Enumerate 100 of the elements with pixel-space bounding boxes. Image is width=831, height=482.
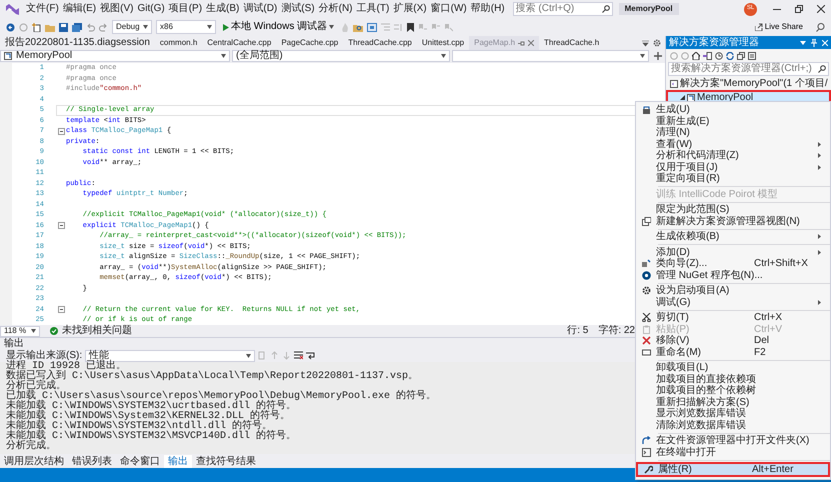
dropdown-icon[interactable] [800,40,806,44]
properties-icon[interactable] [748,52,756,60]
menu-item[interactable]: 新建解决方案资源管理器视图(N) [636,216,830,227]
collapse-icon[interactable] [58,306,64,314]
menu-item[interactable]: 在文件资源管理器中打开文件夹(X) [636,435,830,446]
menu-item[interactable]: 调试(G) [636,296,830,308]
menu-item[interactable]: 生成(U) [636,104,830,116]
panel-tab[interactable]: 命令窗口 [116,454,164,468]
refresh-icon[interactable] [726,52,734,60]
restore-icon[interactable] [795,5,803,13]
run-button[interactable]: 本地 Windows 调试器 [220,21,338,33]
menu-item[interactable]: 帮助(H) [468,3,507,15]
menu-item[interactable]: 重新生成(E) [636,116,830,127]
menu-item[interactable]: 编辑(E) [60,3,98,15]
menu-item[interactable]: 生成依赖项(B) [636,231,830,242]
collapse-icon[interactable] [58,222,64,230]
save-icon[interactable] [59,22,68,32]
project-dropdown[interactable]: MemoryPool [0,50,230,62]
close-icon[interactable] [817,5,825,13]
menu-item[interactable]: 重新扫描解决方案(S) [636,396,830,408]
panel-tab[interactable]: 输出 [164,454,192,468]
build-icon [642,105,650,114]
menu-item[interactable]: 清除浏览数据库错误 [636,420,830,431]
file-tab[interactable]: ThreadCache.cpp [343,36,417,50]
menu-item[interactable]: 加载项目的直接依赖项 [636,374,830,385]
menu-item[interactable]: 类向导(Z)... Ctrl+Shift+X [636,258,830,270]
arrow-icon [642,436,650,446]
project-name: MemoryPool [16,50,72,62]
menu-item[interactable]: 剪切(T) Ctrl+X [636,312,830,324]
clear-all-icon[interactable] [294,351,304,360]
file-tab[interactable]: 报告20220801-1135.diagsession [0,36,155,50]
dropdown-icon[interactable] [642,40,649,46]
menu-item[interactable]: 分析(N) [316,3,354,15]
menu-item[interactable]: 重定向项目(R) [636,173,830,184]
submenu-arrow-icon [818,250,821,255]
bookmark-icon[interactable] [407,22,414,32]
history-icon[interactable] [715,52,723,60]
output-line: 分析完成。 [6,442,56,452]
switch-view-icon[interactable] [703,52,712,60]
live-share-button[interactable]: Live Share [752,22,806,32]
word-wrap-icon[interactable] [306,351,316,360]
menu-item[interactable]: 文件(F) [24,3,61,15]
share-icon [754,23,763,31]
scope-dropdown[interactable]: (全局范围) [232,50,450,62]
panel-tab[interactable]: 调用层次结构 [0,454,68,468]
tree-item[interactable]: 解决方案"MemoryPool"(1 个项目/ [666,78,831,90]
menu-item[interactable]: 视图(V) [98,3,136,15]
menu-item[interactable]: 分析和代码清理(Z) [636,150,830,162]
menu-item[interactable]: 测试(S) [279,3,317,15]
menu-item[interactable]: 卸载项目(L) [636,362,830,374]
submenu-arrow-icon [818,300,821,305]
window-icon[interactable] [367,22,378,32]
home-icon[interactable] [692,52,700,60]
caret-icon [329,25,334,29]
search-field[interactable]: 搜索 (Ctrl+Q) [512,2,613,16]
menu-item[interactable]: 查看(W) [636,138,830,150]
menu-item[interactable]: 清理(N) [636,127,830,138]
file-tab[interactable]: ThreadCache.h [539,36,604,50]
file-tab[interactable]: common.h [154,36,202,50]
menu-item[interactable]: 加载项目的整个依赖树 [636,385,830,396]
panel-tab[interactable]: 错误列表 [68,454,116,468]
rename-icon [642,348,650,357]
settings-icon[interactable] [653,39,661,47]
folder-search-icon[interactable] [353,22,364,32]
menu-item[interactable]: 生成(B) [204,3,242,15]
menu-item[interactable]: 属性(R) Alt+Enter [636,462,830,477]
menu-item[interactable]: Git(G) [135,3,167,15]
feedback-icon[interactable] [816,22,825,32]
pin-icon[interactable] [518,40,526,46]
menu-item[interactable]: 重命名(M) F2 [636,346,830,358]
clipboard-icon [642,324,650,334]
menu-item[interactable]: 设为启动项目(A) [636,285,830,296]
menu-item[interactable]: 仅用于项目(J) [636,162,830,173]
configuration-dropdown[interactable]: Debug [112,20,152,34]
new-item-icon[interactable] [32,22,41,32]
file-tab[interactable]: PageCache.cpp [276,36,344,50]
zoom-dropdown[interactable]: 118 % [0,326,40,336]
collapse-all-icon[interactable] [737,52,745,60]
play-icon [223,24,229,30]
check-icon [50,327,58,335]
menu-item[interactable]: 显示浏览数据库错误 [636,408,830,420]
collapse-icon[interactable] [58,128,64,135]
menu-item[interactable]: 添加(D) [636,246,830,258]
platform-dropdown[interactable]: x86 [156,20,216,34]
split-icon[interactable] [654,52,662,60]
menu-item[interactable]: 移除(V) Del [636,335,830,346]
back-icon[interactable] [6,22,15,32]
menu-item[interactable]: 在终端中打开 [636,446,830,458]
menu-item[interactable]: 限定为此范围(S) [636,204,830,216]
solution-icon [670,80,678,88]
menu-item[interactable]: 工具(T) [354,3,392,15]
menu-item[interactable]: 扩展(X) [391,3,429,15]
save-all-icon[interactable] [72,22,82,32]
file-tab[interactable]: CentralCache.cpp [202,36,276,50]
panel-tab[interactable]: 查找符号结果 [192,454,260,468]
menu-item[interactable]: 窗口(W) [428,3,469,15]
menu-item[interactable]: 调试(D) [241,3,280,15]
menu-item[interactable]: 项目(P) [166,3,204,15]
file-tab[interactable]: Unittest.cpp [416,36,470,50]
menu-item[interactable]: 管理 NuGet 程序包(N)... [636,270,830,281]
